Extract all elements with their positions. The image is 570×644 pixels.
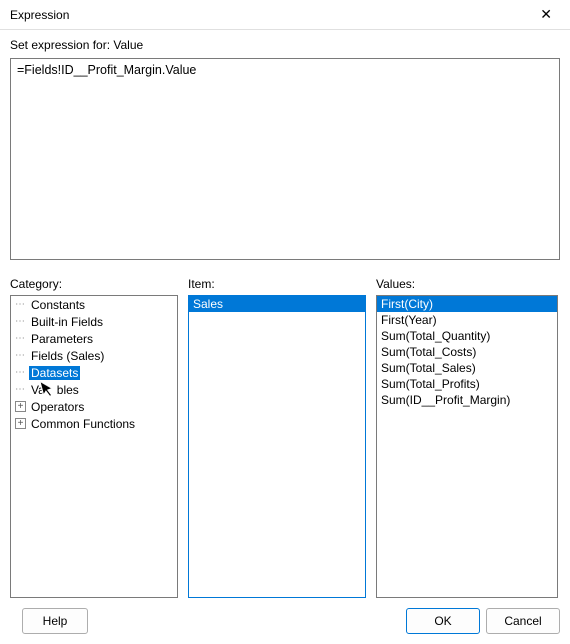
expand-icon[interactable]: + [15, 418, 26, 429]
tree-item-label: Fields (Sales) [29, 349, 106, 363]
ok-button[interactable]: OK [406, 608, 480, 634]
tree-connector-icon: ⋯ [15, 333, 29, 344]
list-item[interactable]: First(City) [377, 296, 557, 312]
expand-icon[interactable]: + [15, 401, 26, 412]
list-item[interactable]: Sales [189, 296, 365, 312]
lower-panel: Category: ⋯Constants⋯Built-in Fields⋯Par… [10, 277, 560, 598]
tree-connector-icon: ⋯ [15, 316, 29, 327]
values-list[interactable]: First(City)First(Year)Sum(Total_Quantity… [376, 295, 558, 598]
cancel-button[interactable]: Cancel [486, 608, 560, 634]
category-label: Category: [10, 277, 178, 291]
footer-left: Help [10, 608, 88, 634]
list-item[interactable]: Sum(Total_Quantity) [377, 328, 557, 344]
item-label: Item: [188, 277, 366, 291]
category-column: Category: ⋯Constants⋯Built-in Fields⋯Par… [10, 277, 178, 598]
values-label: Values: [376, 277, 558, 291]
tree-connector-icon: ⋯ [15, 350, 29, 361]
title-bar: Expression ✕ [0, 0, 570, 30]
content-area: Set expression for: Value Category: ⋯Con… [0, 30, 570, 598]
category-tree-item[interactable]: +Operators [11, 398, 177, 415]
category-tree-item[interactable]: ⋯Built-in Fields [11, 313, 177, 330]
close-icon[interactable]: ✕ [532, 2, 560, 27]
footer-right: OK Cancel [406, 608, 560, 634]
list-item[interactable]: Sum(Total_Sales) [377, 360, 557, 376]
category-tree-item[interactable]: ⋯Constants [11, 296, 177, 313]
tree-item-label: Datasets [29, 366, 80, 380]
tree-item-label: Built-in Fields [29, 315, 105, 329]
category-tree-item[interactable]: ⋯Fields (Sales) [11, 347, 177, 364]
tree-connector-icon: ⋯ [15, 299, 29, 310]
set-expression-label: Set expression for: Value [10, 38, 560, 52]
category-tree-item[interactable]: +Common Functions [11, 415, 177, 432]
values-column: Values: First(City)First(Year)Sum(Total_… [376, 277, 558, 598]
category-tree[interactable]: ⋯Constants⋯Built-in Fields⋯Parameters⋯Fi… [10, 295, 178, 598]
help-button[interactable]: Help [22, 608, 88, 634]
tree-connector-icon: ⋯ [15, 367, 29, 378]
category-tree-item[interactable]: ⋯Datasets [11, 364, 177, 381]
category-tree-item[interactable]: ⋯Vables [11, 381, 177, 398]
list-item[interactable]: First(Year) [377, 312, 557, 328]
tree-item-label: Common Functions [29, 417, 137, 431]
expression-input[interactable] [10, 58, 560, 260]
category-tree-item[interactable]: ⋯Parameters [11, 330, 177, 347]
tree-item-label: Parameters [29, 332, 95, 346]
window-title: Expression [10, 8, 69, 22]
tree-item-label: Operators [29, 400, 86, 414]
item-list[interactable]: Sales [188, 295, 366, 598]
footer: Help OK Cancel [0, 598, 570, 644]
tree-connector-icon: ⋯ [15, 384, 29, 395]
item-column: Item: Sales [188, 277, 366, 598]
list-item[interactable]: Sum(Total_Costs) [377, 344, 557, 360]
list-item[interactable]: Sum(Total_Profits) [377, 376, 557, 392]
tree-item-label: Vables [29, 383, 81, 397]
list-item[interactable]: Sum(ID__Profit_Margin) [377, 392, 557, 408]
tree-item-label: Constants [29, 298, 87, 312]
